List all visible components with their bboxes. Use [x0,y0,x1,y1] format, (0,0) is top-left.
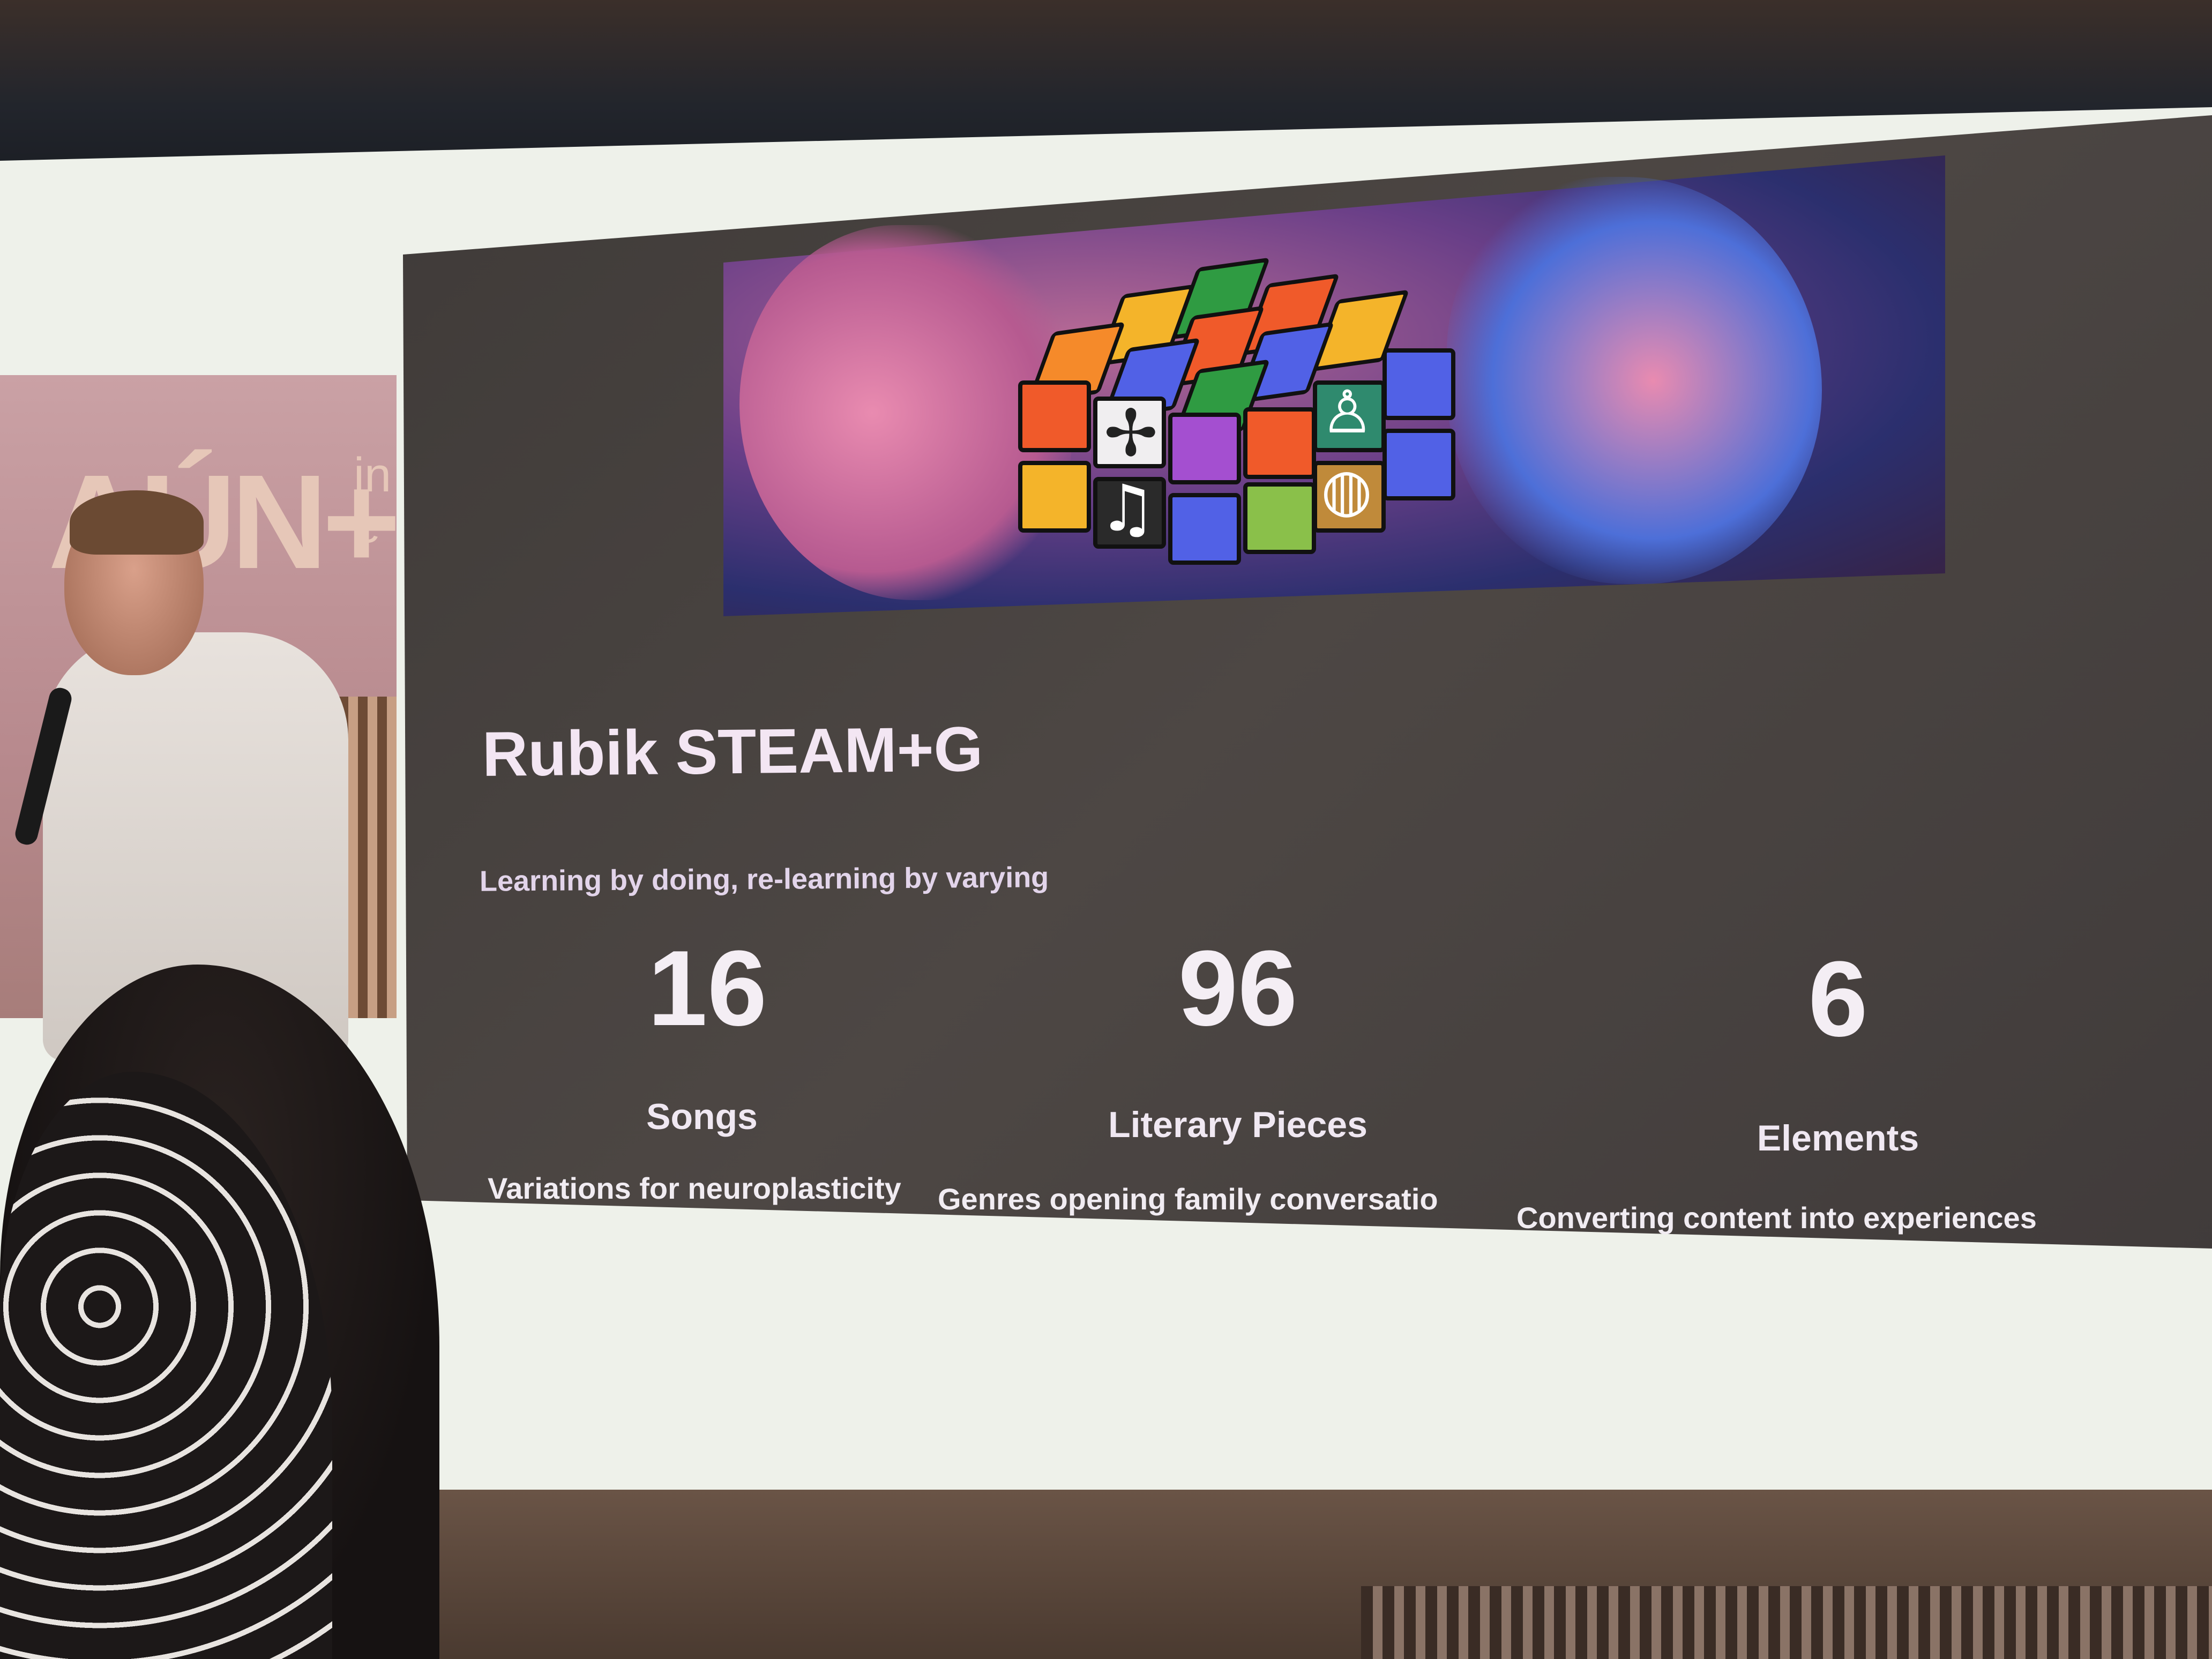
heater-vent [1361,1586,2212,1659]
cube-sticker [1243,407,1316,479]
stat-label-literary-pieces: Literary Pieces [1108,1104,1367,1145]
cube-sticker [1018,380,1091,452]
stat-number-songs: 16 [647,929,767,1048]
person-icon: ♙ [1321,378,1374,446]
rubik-cube: ✢ ♫ ♙ ◍ [1007,257,1479,600]
stat-number-elements: 6 [1808,939,1868,1059]
stat-description-elements: Converting content into experiences [1516,1201,2037,1235]
event-banner-subtext: in e [354,449,392,553]
stat-label-songs: Songs [646,1096,758,1137]
stat-description-literary-pieces: Genres opening family conversatio [938,1182,1438,1216]
globe-icon: ◍ [1321,455,1372,524]
stat-label-elements: Elements [1757,1118,1919,1159]
cube-sticker [1168,413,1241,484]
slide-tagline: Learning by doing, re-learning by varyin… [479,861,1049,898]
stat-description-songs: Variations for neuroplasticity [488,1171,901,1205]
cube-sticker [1382,429,1455,500]
music-note-icon: ♫ [1098,472,1156,546]
slide-title: Rubik STEAM+G [482,714,983,790]
cube-sticker [1243,482,1316,554]
cube-sticker [1382,348,1455,420]
speaker-hair [70,490,204,555]
compass-icon: ✢ [1104,397,1158,471]
stat-number-literary-pieces: 96 [1178,929,1298,1048]
cube-sticker [1168,493,1241,565]
cube-sticker [1018,461,1091,533]
